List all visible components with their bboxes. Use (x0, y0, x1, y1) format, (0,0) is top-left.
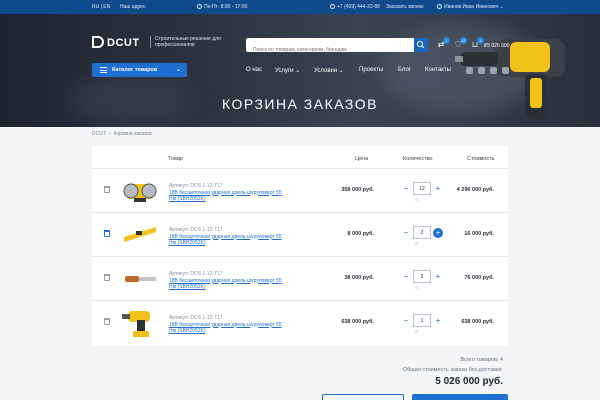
instagram-icon[interactable] (502, 67, 509, 74)
favorites-button[interactable]: ♡ 12 (453, 37, 467, 50)
breadcrumb: DCUT › Корзина заказов (92, 131, 152, 137)
items-count: Всего товаров: 4 (460, 357, 503, 363)
hand-cursor-icon: ☝ (415, 241, 419, 247)
quantity-input[interactable] (413, 182, 431, 195)
cart-button[interactable]: ⊔ 4 (470, 37, 484, 50)
menu-icon (100, 67, 107, 73)
hand-cursor-icon: ☝ (415, 329, 419, 335)
column-header-price: Цена (355, 156, 369, 162)
tagline: Строительные решение для профессионалов (150, 36, 240, 48)
language-switch[interactable]: RU | EN (92, 4, 110, 10)
row-total: 76 000 руб. (464, 275, 494, 281)
compare-badge: 1 (443, 37, 450, 44)
quantity-input[interactable] (413, 226, 431, 239)
trash-icon[interactable] (104, 230, 110, 237)
product-name-link[interactable]: 18В бесщеточная ударная дрель-шуруповерт… (169, 322, 289, 335)
row-total: 16 000 руб. (464, 231, 494, 237)
logo[interactable]: DCUT (92, 36, 140, 49)
nav-terms[interactable]: Условия ⌄ (314, 67, 344, 74)
catalog-button[interactable]: Каталог товаров ⌄ (92, 63, 187, 77)
product-price: 38 000 руб. (344, 275, 374, 281)
facebook-icon[interactable] (490, 67, 497, 74)
quantity-input[interactable] (413, 270, 431, 283)
chevron-down-icon: ⌄ (175, 67, 181, 73)
cart-row: Артикул: DCS 1-12-717 18В бесщеточная уда… (92, 212, 508, 256)
callback-link[interactable]: Заказать звонок (386, 4, 423, 10)
decrease-button[interactable]: − (401, 316, 411, 326)
product-name-link[interactable]: 18В бесщеточная ударная дрель-шуруповерт… (169, 234, 289, 247)
decrease-button[interactable]: − (401, 228, 411, 238)
phone-icon (330, 4, 335, 9)
product-thumbnail[interactable] (122, 219, 158, 249)
nav-about[interactable]: О нас (246, 67, 262, 73)
product-thumbnail[interactable] (122, 175, 158, 205)
cart-badge: 4 (477, 37, 484, 44)
product-price: 8 000 руб. (347, 231, 374, 237)
nav-blog[interactable]: Блог (398, 67, 411, 73)
youtube-icon[interactable] (478, 67, 485, 74)
nav-contacts[interactable]: Контакты (425, 67, 451, 73)
top-bar: RU | EN Наш адрес Пн-Пт: 8:00 - 17:00 +7… (0, 0, 600, 14)
trash-icon[interactable] (104, 318, 110, 325)
column-header-total: Стоимость (467, 156, 495, 162)
product-info: Артикул: DCS 1-12-717 18В бесщеточная уда… (169, 271, 289, 291)
search-box (246, 38, 428, 57)
breadcrumb-separator-icon: › (108, 131, 111, 137)
product-info: Артикул: DCS 1-12-717 18В бесщеточная уда… (169, 183, 289, 203)
user-menu[interactable]: Иванов Иван Иванович ⌄ (437, 4, 504, 10)
page-title: КОРЗИНА ЗАКАЗОВ (222, 96, 378, 112)
search-button[interactable] (414, 38, 428, 52)
trash-icon[interactable] (104, 186, 110, 193)
compare-button[interactable]: ⇄ 1 (436, 37, 450, 50)
row-total: 4 296 000 руб. (456, 187, 494, 193)
product-info: Артикул: DCS 1-12-717 18В бесщеточная уда… (169, 227, 289, 247)
quantity-input[interactable] (413, 314, 431, 327)
address-link[interactable]: Наш адрес (120, 4, 146, 10)
product-name-link[interactable]: 18В бесщеточная ударная дрель-шуруповерт… (169, 278, 289, 291)
user-icon (437, 4, 442, 9)
order-total: 5 026 000 руб. (435, 376, 503, 387)
nav-projects[interactable]: Проекты (359, 67, 383, 73)
checkout-button[interactable] (412, 394, 508, 400)
hand-cursor-icon: ☝ (415, 285, 419, 291)
trash-icon[interactable] (104, 274, 110, 281)
hours-text: Пн-Пт: 8:00 - 17:00 (197, 4, 247, 10)
vk-icon[interactable] (466, 67, 473, 74)
product-info: Артикул: DCS 1-12-717 18В бесщеточная уда… (169, 315, 289, 335)
hand-cursor-icon: ☝ (415, 197, 419, 203)
cart-row: Артикул: DCS 1-12-717 18В бесщеточная уда… (92, 256, 508, 300)
breadcrumb-home[interactable]: DCUT (92, 131, 106, 137)
breadcrumb-current: Корзина заказов (113, 131, 152, 137)
cart-row: Артикул: DCS 1-12-717 18В бесщеточная уда… (92, 300, 508, 344)
phone-link[interactable]: +7 (499) 444-32-88 (330, 4, 380, 10)
hero-banner: DCUT Строительные решение для профессион… (0, 14, 600, 127)
favorites-badge: 12 (460, 37, 467, 44)
nav-services[interactable]: Услуги ⌄ (275, 67, 300, 74)
product-price: 358 000 руб. (341, 187, 374, 193)
product-thumbnail[interactable] (122, 307, 158, 337)
row-total: 638 000 руб. (461, 319, 494, 325)
clock-icon (197, 4, 202, 9)
decrease-button[interactable]: − (401, 272, 411, 282)
product-name-link[interactable]: 18В бесщеточная ударная дрель-шуруповерт… (169, 190, 289, 203)
column-header-quantity: Количество (403, 156, 433, 162)
product-thumbnail[interactable] (122, 263, 158, 293)
continue-shopping-button[interactable] (322, 394, 404, 400)
logo-mark-icon (92, 36, 104, 48)
column-header-product: Товар (168, 156, 183, 162)
cart-total-header[interactable]: ₽5 026 000 (484, 43, 509, 49)
search-input[interactable] (246, 43, 411, 57)
product-price: 638 000 руб. (341, 319, 374, 325)
search-icon (416, 40, 425, 49)
total-label: Общая стоимость заказа без доставки: (402, 367, 503, 373)
cart-row: Артикул: DCS 1-12-717 18В бесщеточная уда… (92, 168, 508, 212)
decrease-button[interactable]: − (401, 184, 411, 194)
